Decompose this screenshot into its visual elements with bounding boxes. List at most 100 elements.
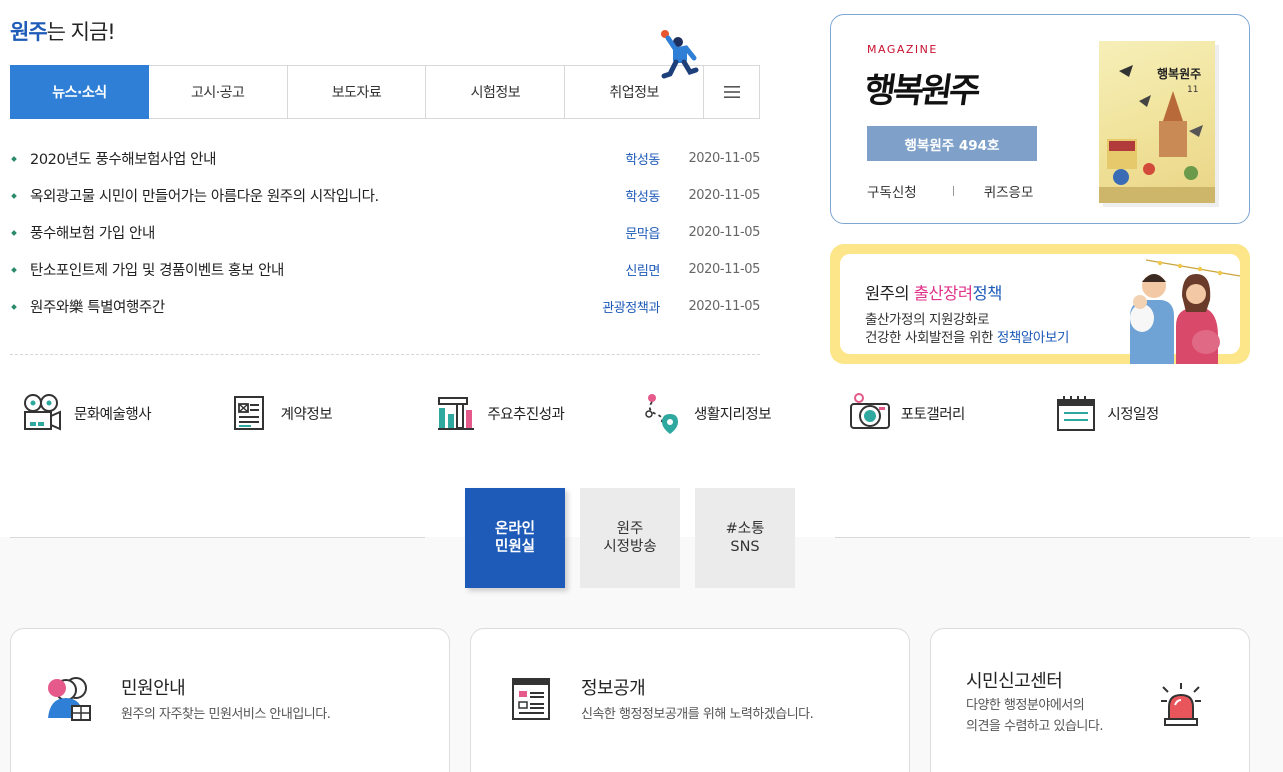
card-info-disclosure[interactable]: 정보공개 신속한 행정정보공개를 위해 노력하겠습니다. [470,628,910,772]
divider [835,537,1250,538]
birth-banner-title: 원주의 출산장려정책 [865,280,1002,304]
card-title: 정보공개 [581,678,646,699]
divider [10,354,760,355]
news-dept: 신림면 [625,264,660,279]
quick-link-label: 주요추진성과 [487,406,565,423]
news-list: 2020년도 풍수해보험사업 안내 학성동 2020-11-05 옥외광고물 시… [10,140,760,325]
news-title[interactable]: 원주와樂 특별여행주간 [30,296,590,317]
birth-policy-banner[interactable]: 원주의 출산장려정책 출산가정의 지원강화로 건강한 사회발전을 위한 정책알아… [830,244,1250,364]
magazine-box: MAGAZINE 행복원주 행복원주 494호 구독신청 퀴즈응모 행복원주 1… [830,14,1250,224]
people-icon [48,677,91,721]
quick-link-label: 생활지리정보 [694,406,772,423]
card-desc: 신속한 행정정보공개를 위해 노력하겠습니다. [581,707,814,722]
quick-link-contracts[interactable]: 계약정보 [229,392,436,434]
quick-link-label: 시정일정 [1107,406,1159,423]
film-projector-icon [24,394,61,431]
tab-label: 온라인민원실 [495,520,535,556]
bullet-icon [11,266,17,273]
news-dept: 학성동 [625,153,660,168]
news-title[interactable]: 옥외광고물 시민이 만들어가는 아름다운 원주의 시작입니다. [30,185,590,206]
birth-title-prefix: 원주의 [865,284,914,303]
card-citizen-report[interactable]: 시민신고센터 다양한 행정분야에서의 의견을 수렴하고 있습니다. [930,628,1250,772]
tabs-more-button[interactable] [704,66,759,118]
birth-title-pink: 출산장려 [913,284,973,303]
tab-notices[interactable]: 고시·공고 [149,66,288,118]
tab-label-line1: #소통 [725,521,765,537]
section-title: 원주는 지금! [10,16,116,46]
tab-exams[interactable]: 시험정보 [426,66,566,118]
map-pin-icon [645,394,679,434]
news-title[interactable]: 풍수해보험 가입 안내 [30,222,590,243]
tab-label-line2: SNS [730,539,760,555]
siren-icon [1161,683,1201,726]
bullet-icon [11,155,17,162]
news-date: 2020-11-05 [688,188,760,203]
tab-label-line2: 민원실 [494,539,536,555]
birth-banner-desc: 출산가정의 지원강화로 건강한 사회발전을 위한 정책알아보기 [865,311,1069,347]
news-dept: 학성동 [625,190,660,205]
news-title[interactable]: 2020년도 풍수해보험사업 안내 [30,148,590,169]
bullet-icon [11,303,17,310]
tab-online-civil[interactable]: 온라인민원실 [465,488,565,588]
divider [10,537,425,538]
quick-link-schedule[interactable]: 시정일정 [1055,392,1262,434]
cover-illustration-icon [1099,65,1215,203]
tab-press[interactable]: 보도자료 [288,66,427,118]
birth-desc-line2: 건강한 사회발전을 위한 정책알아보기 [865,329,1069,347]
news-dept: 관광정책과 [602,301,660,316]
tab-label: #소통 SNS [726,520,765,556]
magazine-links: 구독신청 퀴즈응모 [867,181,1033,201]
news-date: 2020-11-05 [688,225,760,240]
birth-desc-line2-prefix: 건강한 사회발전을 위한 [865,330,997,346]
quick-links: 문화예술행사 계약정보 주요추진성과 생활지리정보 포토갤러리 시정일정 [22,392,1262,434]
list-item[interactable]: 탄소포인트제 가입 및 경품이벤트 홍보 안내 신림면 2020-11-05 [10,251,760,288]
policy-link[interactable]: 정책알아보기 [997,330,1070,346]
runner-mascot-icon [661,30,699,79]
subscribe-link[interactable]: 구독신청 [867,181,917,201]
birth-desc-line1: 출산가정의 지원강화로 [865,312,990,328]
tab-label-line1: 원주 [616,521,644,537]
news-date: 2020-11-05 [688,151,760,166]
quick-link-geo[interactable]: 생활지리정보 [642,392,849,434]
tab-sns[interactable]: #소통 SNS [695,488,795,588]
news-title[interactable]: 탄소포인트제 가입 및 경품이벤트 홍보 안내 [30,259,590,280]
quick-link-label: 계약정보 [280,406,333,423]
section-title-rest: 는 지금! [46,20,116,44]
birth-title-blue: 정책 [972,284,1003,303]
list-item[interactable]: 옥외광고물 시민이 만들어가는 아름다운 원주의 시작입니다. 학성동 2020… [10,177,760,214]
magazine-logo: 행복원주 [861,71,981,111]
page: 원주는 지금! 뉴스·소식 고시·공고 보도자료 시험정보 취업정보 2020년… [0,0,1283,772]
card-desc-line2: 의견을 수렴하고 있습니다. [966,719,1103,734]
tab-label: 원주 시정방송 [603,520,656,556]
section-title-highlight: 원주 [10,20,48,44]
card-civil-guide[interactable]: 민원안내 원주의 자주찾는 민원서비스 안내입니다. [10,628,450,772]
bullet-icon [11,192,17,199]
news-date: 2020-11-05 [688,299,760,314]
list-item[interactable]: 원주와樂 특별여행주간 관광정책과 2020-11-05 [10,288,760,325]
calendar-icon [1057,396,1096,431]
news-dept: 문막읍 [625,227,660,242]
list-item[interactable]: 2020년도 풍수해보험사업 안내 학성동 2020-11-05 [10,140,760,177]
divider [952,186,954,196]
tab-label-line1: 온라인 [494,521,536,537]
list-item[interactable]: 풍수해보험 가입 안내 문막읍 2020-11-05 [10,214,760,251]
news-date: 2020-11-05 [688,262,760,277]
quick-link-label: 문화예술행사 [74,406,152,423]
card-title: 민원안내 [121,678,186,699]
hamburger-icon [723,86,740,98]
magazine-label: MAGAZINE [867,43,938,56]
tab-broadcast[interactable]: 원주 시정방송 [580,488,680,588]
magazine-cover[interactable]: 행복원주 11 [1099,41,1215,203]
quick-link-culture[interactable]: 문화예술행사 [22,392,229,434]
quick-link-label: 포토갤러리 [900,406,966,423]
card-title: 시민신고센터 [966,671,1063,692]
family-illustration-icon [1130,259,1240,364]
card-desc-line1: 다양한 행정분야에서의 [966,698,1085,713]
quiz-link[interactable]: 퀴즈응모 [984,181,1034,201]
magazine-issue-button[interactable]: 행복원주 494호 [867,126,1037,161]
bar-chart-icon [438,397,475,430]
quick-link-gallery[interactable]: 포토갤러리 [849,392,1056,434]
quick-link-achievements[interactable]: 주요추진성과 [435,392,642,434]
tab-news[interactable]: 뉴스·소식 [10,65,149,119]
bullet-icon [11,229,17,236]
